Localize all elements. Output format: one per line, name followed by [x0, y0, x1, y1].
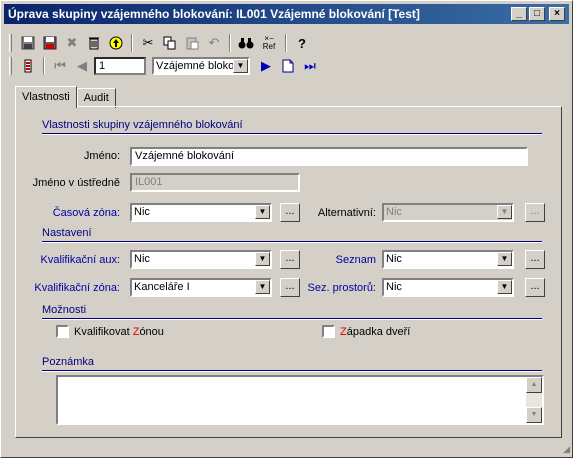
toolbar-separator [229, 34, 231, 52]
first-record-icon[interactable]: ⏮ [50, 56, 70, 76]
scroll-up-icon[interactable]: ▲ [526, 377, 542, 393]
name-label: Jméno: [83, 150, 120, 162]
maximize-button[interactable]: □ [529, 7, 545, 21]
edit-interlock-group-window: Úprava skupiny vzájemného blokování: IL0… [0, 0, 573, 458]
note-textarea[interactable]: ▲ ▼ [56, 375, 544, 425]
cancel-icon[interactable]: ✖ [62, 33, 82, 53]
toolbar-separator [285, 34, 287, 52]
qualifying-zone-value: Kanceláře I [134, 281, 190, 293]
door-latch-text: ápadka dveří [346, 325, 411, 338]
close-button[interactable]: × [549, 7, 565, 21]
section-title-properties: Vlastnosti skupiny vzájemného blokování [42, 119, 243, 131]
note-scrollbar[interactable]: ▲ ▼ [526, 377, 542, 423]
qualifying-aux-label: Kvalifikační aux: [40, 254, 120, 266]
help-icon[interactable]: ? [292, 33, 312, 53]
delete-icon[interactable] [84, 33, 104, 53]
alternative-value: Nic [386, 206, 402, 218]
chevron-down-icon[interactable]: ▼ [233, 59, 248, 73]
up-arrow-circle-icon[interactable] [106, 33, 126, 53]
next-record-icon[interactable]: ▶ [256, 56, 276, 76]
save-icon[interactable] [18, 33, 38, 53]
chevron-down-icon: ▼ [497, 205, 512, 219]
qualifying-aux-select[interactable]: Nic ▼ [130, 250, 272, 269]
qualifying-zone-select[interactable]: Kanceláře I ▼ [130, 278, 272, 297]
toolbar-separator [43, 57, 45, 75]
list-select[interactable]: Nic ▼ [382, 250, 514, 269]
list-browse-button[interactable]: ... [525, 250, 545, 269]
panel-name-label: Jméno v ústředně [32, 177, 120, 189]
record-number-input[interactable]: 1 [94, 57, 146, 75]
navigation-toolbar: ⏮ ◀ 1 Vzájemné blokov ▼ ▶ ⏭ [9, 55, 320, 77]
alternative-label: Alternativní: [317, 207, 376, 219]
minimize-button[interactable]: _ [511, 7, 527, 21]
section-title-options: Možnosti [42, 304, 87, 316]
section-divider [42, 318, 542, 320]
door-latch-checkbox[interactable]: Západka dveří [322, 325, 410, 338]
record-selector-value: Vzájemné blokov [156, 60, 240, 72]
find-binoculars-icon[interactable] [236, 33, 256, 53]
chevron-down-icon[interactable]: ▼ [497, 252, 512, 266]
save-close-icon[interactable] [40, 33, 60, 53]
record-selector[interactable]: Vzájemné blokov ▼ [152, 57, 250, 75]
spaces-list-label: Sez. prostorů: [307, 282, 376, 294]
time-zone-label: Časová zóna: [52, 207, 120, 219]
tab-strip: Vlastnosti Audit [15, 86, 116, 108]
alternative-browse-button: ... [525, 203, 545, 222]
alternative-select: Nic ▼ [382, 203, 514, 222]
checkbox-box[interactable] [56, 325, 69, 338]
section-divider [42, 370, 542, 372]
toolbar-grip[interactable] [9, 34, 12, 52]
copy-icon[interactable] [160, 33, 180, 53]
qualifying-aux-browse-button[interactable]: ... [280, 250, 300, 269]
previous-record-icon[interactable]: ◀ [72, 56, 92, 76]
record-list-icon[interactable] [18, 56, 38, 76]
section-divider [42, 241, 542, 243]
references-icon[interactable]: ×− Ref [258, 33, 280, 53]
chevron-down-icon[interactable]: ▼ [255, 252, 270, 266]
resize-grip-icon[interactable]: ◢ [558, 443, 570, 455]
chevron-down-icon[interactable]: ▼ [255, 280, 270, 294]
time-zone-value: Nic [134, 206, 150, 218]
panel-name-field: IL001 [130, 173, 300, 192]
time-zone-select[interactable]: Nic ▼ [130, 203, 272, 222]
qualify-by-zone-text-end: ónou [139, 325, 164, 338]
spaces-list-value: Nic [386, 281, 402, 293]
section-title-settings: Nastavení [42, 227, 92, 239]
qualify-by-zone-label: Kvalifikovat Zónou [74, 326, 164, 338]
qualifying-zone-label: Kvalifikační zóna: [34, 282, 120, 294]
spaces-list-select[interactable]: Nic ▼ [382, 278, 514, 297]
section-title-note: Poznámka [42, 356, 94, 368]
tab-properties[interactable]: Vlastnosti [15, 86, 77, 108]
qualify-by-zone-text: Kvalifikovat [74, 325, 133, 338]
chevron-down-icon[interactable]: ▼ [497, 280, 512, 294]
paste-icon[interactable] [182, 33, 202, 53]
references-label: Ref [262, 42, 276, 51]
qualifying-aux-value: Nic [134, 253, 150, 265]
time-zone-browse-button[interactable]: ... [280, 203, 300, 222]
chevron-down-icon[interactable]: ▼ [255, 205, 270, 219]
name-field[interactable]: Vzájemné blokování [130, 147, 528, 166]
main-toolbar: ✖ ✂ ↶ ×− Ref ? [9, 32, 312, 54]
properties-panel: Vlastnosti skupiny vzájemného blokování … [15, 106, 562, 438]
list-value: Nic [386, 253, 402, 265]
spaces-list-browse-button[interactable]: ... [525, 278, 545, 297]
title-bar[interactable]: Úprava skupiny vzájemného blokování: IL0… [4, 4, 569, 24]
checkbox-box[interactable] [322, 325, 335, 338]
window-title: Úprava skupiny vzájemného blokování: IL0… [8, 7, 420, 21]
section-divider [42, 133, 542, 135]
cut-icon[interactable]: ✂ [138, 33, 158, 53]
scroll-down-icon[interactable]: ▼ [526, 407, 542, 423]
tab-audit[interactable]: Audit [76, 88, 116, 108]
toolbar-grip[interactable] [9, 57, 12, 75]
toolbar-separator [131, 34, 133, 52]
accelerator-letter: Z [340, 325, 347, 338]
list-label: Seznam [335, 254, 376, 266]
door-latch-label: Západka dveří [340, 326, 410, 338]
last-record-icon[interactable]: ⏭ [300, 56, 320, 76]
qualify-by-zone-checkbox[interactable]: Kvalifikovat Zónou [56, 325, 164, 338]
undo-icon[interactable]: ↶ [204, 33, 224, 53]
new-record-icon[interactable] [278, 56, 298, 76]
